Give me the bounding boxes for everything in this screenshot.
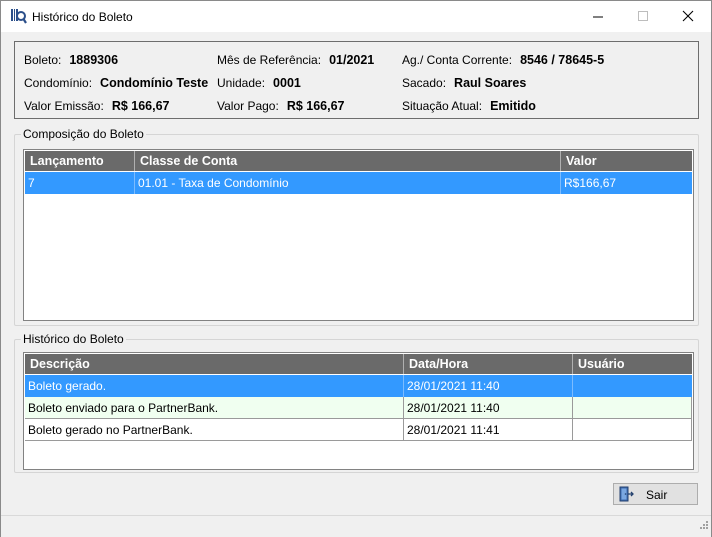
resize-grip-icon[interactable] bbox=[698, 520, 708, 534]
valor-pago-value: R$ 166,67 bbox=[286, 99, 345, 113]
sair-button[interactable]: Sair bbox=[613, 483, 698, 505]
sacado-field: Sacado: Raul Soares bbox=[402, 76, 526, 90]
cell-usuario bbox=[573, 397, 692, 419]
cell-valor: R$166,67 bbox=[564, 176, 617, 190]
historico-grid[interactable]: Descrição Data/Hora Usuário Boleto gerad… bbox=[23, 352, 694, 470]
column-header-usuario[interactable]: Usuário bbox=[573, 354, 692, 374]
boleto-info-panel: Boleto: 1889306 Mês de Referência: 01/2021… bbox=[14, 41, 699, 119]
sacado-label: Sacado: bbox=[402, 76, 447, 90]
cell-data-hora: 28/01/2021 11:40 bbox=[404, 397, 573, 419]
sair-label: Sair bbox=[646, 488, 668, 502]
valor-pago-label: Valor Pago: bbox=[217, 99, 279, 113]
minimize-icon bbox=[593, 16, 603, 18]
condominio-value: Condomínio Teste bbox=[100, 76, 209, 90]
composicao-title: Composição do Boleto bbox=[21, 127, 146, 141]
table-row[interactable]: Boleto enviado para o PartnerBank. 28/01… bbox=[25, 397, 692, 419]
mes-referencia-value: 01/2021 bbox=[329, 53, 375, 67]
window-title: Histórico do Boleto bbox=[32, 10, 133, 24]
condominio-label: Condomínio: bbox=[24, 76, 93, 90]
valor-emissao-value: R$ 166,67 bbox=[111, 99, 170, 113]
cell-descricao: Boleto gerado. bbox=[25, 375, 404, 397]
cell-data-hora: 28/01/2021 11:41 bbox=[404, 419, 573, 441]
valor-emissao-label: Valor Emissão: bbox=[24, 99, 104, 113]
situacao-value: Emitido bbox=[490, 99, 536, 113]
condominio-field: Condomínio: Condomínio Teste bbox=[24, 76, 208, 90]
maximize-icon bbox=[638, 11, 648, 21]
status-bar bbox=[1, 515, 711, 537]
maximize-button[interactable] bbox=[620, 1, 666, 32]
cell-usuario bbox=[573, 419, 692, 441]
historico-header: Descrição Data/Hora Usuário bbox=[25, 354, 692, 374]
unidade-label: Unidade: bbox=[217, 76, 266, 90]
cell-descricao: Boleto gerado no PartnerBank. bbox=[25, 419, 404, 441]
cell-classe-conta: 01.01 - Taxa de Condomínio bbox=[135, 172, 561, 194]
column-header-descricao[interactable]: Descrição bbox=[25, 354, 404, 374]
composicao-grid[interactable]: Lançamento Classe de Conta Valor 7 01.01… bbox=[23, 149, 694, 321]
table-row[interactable]: 7 01.01 - Taxa de Condomínio R$166,67 bbox=[25, 172, 692, 194]
table-row[interactable]: Boleto gerado. 28/01/2021 11:40 bbox=[25, 375, 692, 397]
composicao-group: Composição do Boleto Lançamento Classe d… bbox=[14, 127, 699, 326]
column-header-classe-conta[interactable]: Classe de Conta bbox=[135, 151, 561, 171]
title-bar[interactable]: Histórico do Boleto bbox=[1, 1, 711, 32]
valor-pago-field: Valor Pago: R$ 166,67 bbox=[217, 99, 345, 113]
cell-lancamento: 7 bbox=[25, 172, 135, 194]
cell-descricao: Boleto enviado para o PartnerBank. bbox=[25, 397, 404, 419]
valor-emissao-field: Valor Emissão: R$ 166,67 bbox=[24, 99, 170, 113]
boleto-field: Boleto: 1889306 bbox=[24, 53, 118, 67]
column-header-valor[interactable]: Valor bbox=[561, 151, 692, 171]
situacao-label: Situação Atual: bbox=[402, 99, 483, 113]
ag-conta-label: Ag./ Conta Corrente: bbox=[402, 53, 513, 67]
sacado-value: Raul Soares bbox=[454, 76, 527, 90]
historico-boleto-window: Histórico do Boleto Boleto: 1889306 Mês d… bbox=[0, 0, 712, 537]
situacao-field: Situação Atual: Emitido bbox=[402, 99, 536, 113]
composicao-header: Lançamento Classe de Conta Valor bbox=[25, 151, 692, 171]
exit-door-icon bbox=[618, 486, 634, 505]
column-header-lancamento[interactable]: Lançamento bbox=[25, 151, 135, 171]
historico-title: Histórico do Boleto bbox=[21, 332, 126, 346]
close-button[interactable] bbox=[665, 1, 711, 32]
unidade-value: 0001 bbox=[273, 76, 301, 90]
close-icon bbox=[682, 10, 694, 22]
historico-group: Histórico do Boleto Descrição Data/Hora … bbox=[14, 332, 699, 473]
boleto-label: Boleto: bbox=[24, 53, 62, 67]
boleto-search-icon bbox=[10, 8, 27, 25]
table-row[interactable]: Boleto gerado no PartnerBank. 28/01/2021… bbox=[25, 419, 692, 441]
minimize-button[interactable] bbox=[575, 1, 621, 32]
unidade-field: Unidade: 0001 bbox=[217, 76, 301, 90]
cell-data-hora: 28/01/2021 11:40 bbox=[404, 375, 573, 397]
ag-conta-field: Ag./ Conta Corrente: 8546 / 78645-5 bbox=[402, 53, 604, 67]
mes-referencia-field: Mês de Referência: 01/2021 bbox=[217, 53, 374, 67]
ag-conta-value: 8546 / 78645-5 bbox=[520, 53, 605, 67]
mes-referencia-label: Mês de Referência: bbox=[217, 53, 322, 67]
cell-usuario bbox=[573, 375, 692, 397]
boleto-value: 1889306 bbox=[69, 53, 119, 67]
column-header-data-hora[interactable]: Data/Hora bbox=[404, 354, 573, 374]
